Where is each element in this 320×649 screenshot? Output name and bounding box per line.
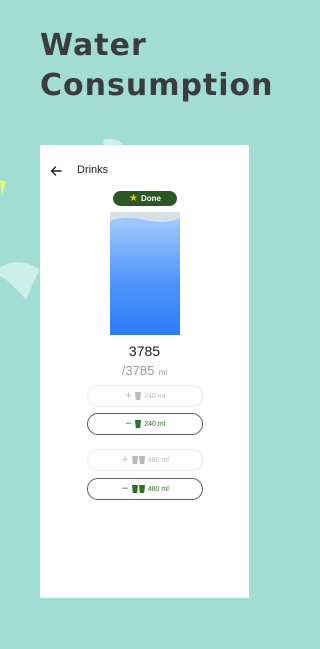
goal-value: /3785 [121,363,155,378]
screen-title: Drinks [77,164,109,176]
headline-line-2: Consumption [40,68,274,103]
goal-unit: ml [158,368,168,377]
water-wave [110,217,180,225]
star-icon: ★ [129,192,138,204]
arrow-left-icon [50,166,62,176]
add-240-label: 240 ml [144,392,166,400]
goal-amount: /3785 ml [40,362,249,380]
two-cups-icon [131,456,145,464]
leaf-shape-left [0,180,6,196]
plus-sign: + [121,454,129,465]
status-badge: ★ Done [113,191,177,206]
plus-sign: + [124,390,133,401]
consumed-amount: 3785 [128,343,161,359]
status-badge-label: Done [140,194,161,203]
add-480-button[interactable]: + 480 ml [87,449,203,471]
triangle-shape-left [0,262,40,300]
back-button[interactable] [47,162,65,180]
headline-line-1: Water [40,28,147,63]
remove-240-label: 240 ml [144,420,166,428]
phone-screen: Drinks ★ Done 3785 /3785 ml + 240 ml − 2… [40,145,249,598]
cup-icon [135,420,142,428]
remove-240-button[interactable]: − 240 ml [87,413,203,435]
add-240-button[interactable]: + 240 ml [87,385,203,407]
water-fill [110,217,180,335]
minus-sign: − [121,483,129,494]
add-480-label: 480 ml [147,456,169,464]
remove-480-button[interactable]: − 480 ml [87,478,203,500]
app-bar: Drinks [40,145,249,197]
cup-icon [135,392,142,400]
water-glass [110,212,180,335]
minus-sign: − [124,418,133,429]
promo-headline: Water Consumption [40,26,274,106]
remove-480-label: 480 ml [147,485,169,493]
two-cups-icon [131,485,145,493]
